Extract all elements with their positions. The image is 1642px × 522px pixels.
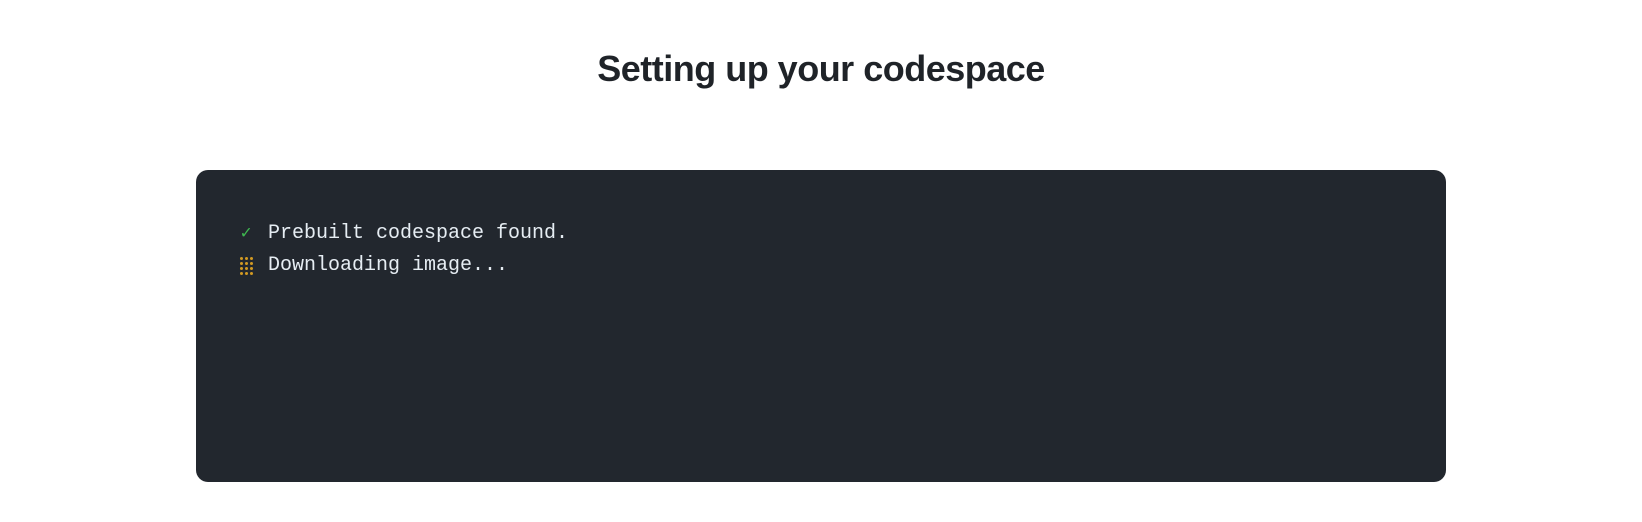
log-text: Downloading image...: [268, 250, 508, 282]
log-line-loading: Downloading image...: [236, 250, 1406, 282]
checkmark-icon: ✓: [236, 220, 256, 249]
log-text: Prebuilt codespace found.: [268, 218, 568, 250]
page-title: Setting up your codespace: [597, 48, 1045, 90]
log-line-complete: ✓ Prebuilt codespace found.: [236, 218, 1406, 250]
spinner-icon: [236, 257, 256, 275]
terminal-output: ✓ Prebuilt codespace found.: [196, 170, 1446, 482]
